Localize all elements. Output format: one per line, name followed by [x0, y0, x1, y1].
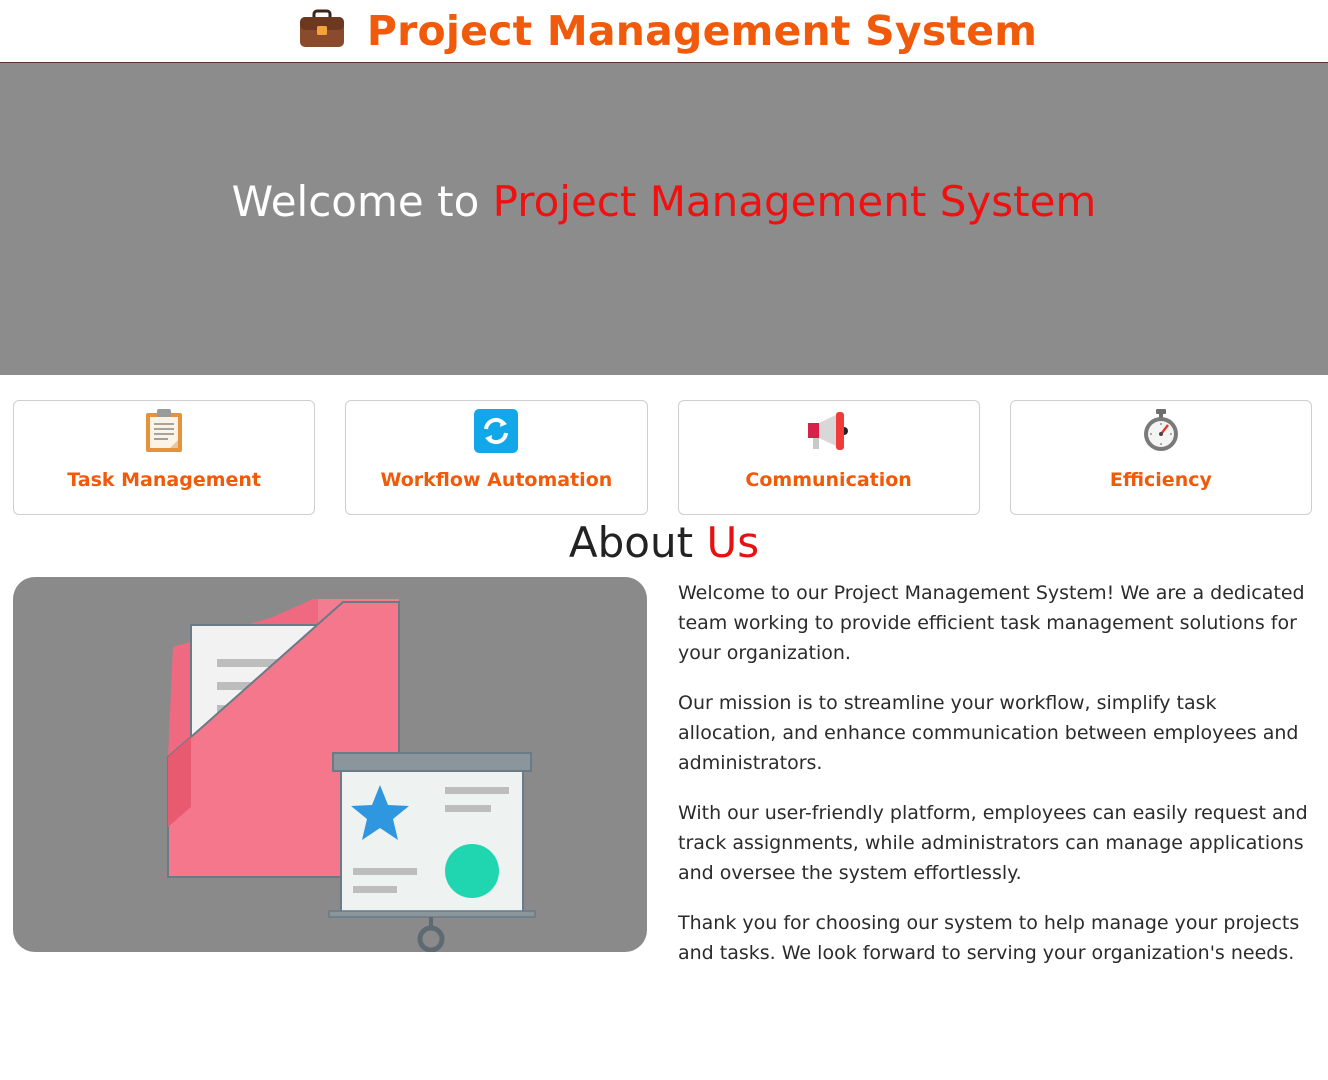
about-paragraph: Thank you for choosing our system to hel…: [678, 912, 1300, 964]
about-paragraph: Our mission is to streamline your workfl…: [678, 692, 1299, 774]
feature-label: Workflow Automation: [380, 469, 613, 491]
top-header: Project Management System: [0, 0, 1328, 63]
hero-highlight: Project Management System: [492, 177, 1097, 226]
feature-card-efficiency[interactable]: Efficiency: [1009, 400, 1312, 515]
folder-presentation-illustration: [167, 599, 536, 952]
stopwatch-icon: [1138, 408, 1184, 454]
feature-card-workflow-automation[interactable]: Workflow Automation: [345, 400, 648, 515]
about-heading: About Us: [0, 518, 1328, 567]
feature-card-communication[interactable]: Communication: [677, 400, 980, 515]
hero-banner: Welcome to Project Management System: [0, 63, 1328, 375]
clipboard-icon: [141, 408, 187, 454]
briefcase-icon: [299, 9, 345, 53]
megaphone-icon: [806, 408, 852, 454]
feature-label: Communication: [745, 469, 912, 491]
sync-icon: [473, 408, 519, 454]
about-title-main: About: [568, 518, 694, 567]
feature-card-task-management[interactable]: Task Management: [13, 400, 316, 515]
app-title: Project Management System: [366, 6, 1038, 55]
feature-cards: Task Management Workflow Automation Comm: [13, 400, 1312, 515]
hero-prefix: Welcome to: [231, 177, 480, 226]
feature-label: Task Management: [67, 469, 261, 491]
about-text: Welcome to our Project Management System…: [678, 578, 1318, 988]
about-illustration: [13, 577, 647, 952]
hero-heading: Welcome to Project Management System: [0, 177, 1328, 226]
about-paragraph: With our user-friendly platform, employe…: [678, 802, 1308, 884]
about-paragraph: Welcome to our Project Management System…: [678, 582, 1305, 664]
brand[interactable]: Project Management System: [299, 9, 1037, 53]
feature-label: Efficiency: [1109, 469, 1212, 491]
about-title-highlight: Us: [706, 518, 760, 567]
